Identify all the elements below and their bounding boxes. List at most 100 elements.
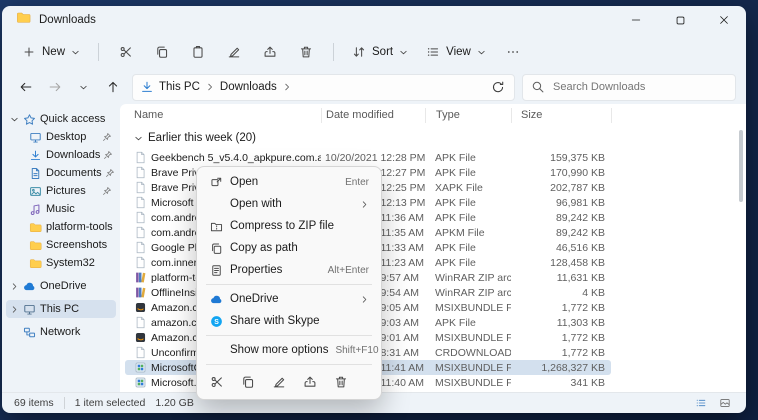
- sidebar-item-music[interactable]: Music: [6, 200, 116, 218]
- forward-button[interactable]: [41, 74, 68, 100]
- share-icon: [303, 375, 317, 392]
- column-header-date-modified[interactable]: Date modified: [321, 108, 425, 123]
- refresh-button[interactable]: [489, 78, 507, 96]
- folder-icon: [28, 239, 43, 252]
- recent-locations-button[interactable]: [70, 74, 97, 100]
- sidebar-item-pictures[interactable]: Pictures: [6, 182, 116, 200]
- context-menu-item-onedrive[interactable]: OneDrive: [201, 288, 377, 310]
- document-icon: [28, 167, 43, 180]
- trash-icon: [334, 375, 348, 392]
- sidebar-item-network[interactable]: Network: [6, 323, 116, 341]
- share-button[interactable]: [296, 371, 323, 395]
- appblue-file-icon: [133, 361, 148, 374]
- back-button[interactable]: [12, 74, 39, 100]
- folder-icon: [28, 257, 43, 270]
- search-input[interactable]: [551, 80, 727, 94]
- share-button[interactable]: [253, 37, 287, 67]
- context-menu-item-properties[interactable]: Properties Alt+Enter: [201, 259, 377, 281]
- sidebar-item-quick-access[interactable]: Quick access: [6, 110, 116, 128]
- context-menu-item-compress-to-zip-file[interactable]: Compress to ZIP file: [201, 215, 377, 237]
- sidebar-item-documents[interactable]: Documents: [6, 164, 116, 182]
- view-button[interactable]: View: [418, 37, 494, 67]
- menu-item-shortcut: Alt+Enter: [328, 265, 369, 276]
- sidebar-item-this-pc[interactable]: This PC: [6, 300, 116, 318]
- file-type: XAPK File: [425, 182, 511, 194]
- open-icon: [209, 176, 223, 189]
- file-type: APK File: [425, 257, 511, 269]
- sort-button[interactable]: Sort: [344, 37, 416, 67]
- star-icon: [22, 113, 37, 126]
- chevron-right-icon: [360, 295, 369, 304]
- context-menu-item-share-with-skype[interactable]: S Share with Skype: [201, 310, 377, 332]
- vertical-scrollbar[interactable]: [739, 130, 743, 202]
- file-type: APK File: [425, 242, 511, 254]
- cut-button[interactable]: [109, 37, 143, 67]
- context-menu-item-show-more-options[interactable]: Show more options Shift+F10: [201, 339, 377, 361]
- monitor-icon: [28, 131, 43, 144]
- column-header-name[interactable]: Name: [125, 108, 321, 123]
- column-header-size[interactable]: Size: [511, 108, 611, 123]
- minimize-button[interactable]: [614, 6, 658, 34]
- chevron-right-icon[interactable]: [280, 82, 294, 92]
- file-size: 341 KB: [511, 377, 611, 389]
- menu-separator: [206, 284, 372, 285]
- file-type: MSIXBUNDLE File: [425, 362, 511, 374]
- large-icons-view-button[interactable]: [716, 396, 734, 410]
- rename-button[interactable]: [265, 371, 292, 395]
- chevron-icon[interactable]: [10, 115, 19, 124]
- new-button[interactable]: New: [14, 37, 88, 67]
- download-icon: [28, 149, 43, 162]
- column-header-type[interactable]: Type: [425, 108, 511, 123]
- address-bar[interactable]: This PC Downloads: [132, 74, 515, 101]
- cut-button[interactable]: [203, 371, 230, 395]
- sidebar-item-desktop[interactable]: Desktop: [6, 128, 116, 146]
- breadcrumb-item-downloads[interactable]: Downloads: [217, 81, 280, 93]
- delete-button[interactable]: [289, 37, 323, 67]
- rar-file-icon: [133, 271, 148, 284]
- context-menu-item-copy-as-path[interactable]: Copy as path: [201, 237, 377, 259]
- file-date-modified: 10/20/2021 12:28 PM: [321, 152, 425, 164]
- sidebar-item-platform-tools[interactable]: platform-tools: [6, 218, 116, 236]
- copy-button[interactable]: [234, 371, 261, 395]
- details-view-button[interactable]: [692, 396, 710, 410]
- maximize-button[interactable]: [658, 6, 702, 34]
- copy-icon: [241, 375, 255, 392]
- file-type: APK File: [425, 212, 511, 224]
- copy-button[interactable]: [145, 37, 179, 67]
- chevron-right-icon: [360, 200, 369, 209]
- chevron-down-icon: [79, 83, 88, 92]
- zip-icon: [209, 220, 223, 233]
- delete-button[interactable]: [327, 371, 354, 395]
- rar-file-icon: [133, 286, 148, 299]
- file-size: 170,990 KB: [511, 167, 611, 179]
- menu-separator: [206, 335, 372, 336]
- chevron-icon[interactable]: [10, 305, 19, 314]
- file-file-icon: [133, 181, 148, 194]
- chevron-right-icon[interactable]: [203, 82, 217, 92]
- rename-button[interactable]: [217, 37, 251, 67]
- sidebar-item-onedrive[interactable]: OneDrive: [6, 277, 116, 295]
- context-menu-item-open[interactable]: Open Enter: [201, 171, 377, 193]
- arrow-left-icon: [19, 80, 33, 94]
- arrow-up-icon: [106, 80, 120, 94]
- context-menu-item-open-with[interactable]: Open with: [201, 193, 377, 215]
- file-row[interactable]: Geekbench 5_v5.4.0_apkpure.com.apk 10/20…: [125, 150, 611, 165]
- more-options-button[interactable]: [496, 37, 530, 67]
- group-header[interactable]: Earlier this week (20): [125, 126, 746, 150]
- paste-button[interactable]: [181, 37, 215, 67]
- sidebar-item-system32[interactable]: System32: [6, 254, 116, 272]
- sidebar-item-screenshots[interactable]: Screenshots: [6, 236, 116, 254]
- breadcrumb-item-this-pc[interactable]: This PC: [156, 81, 203, 93]
- file-size: 1,268,327 KB: [511, 362, 611, 374]
- up-button[interactable]: [99, 74, 126, 100]
- rename-icon: [227, 45, 241, 59]
- appblue-file-icon: [133, 376, 148, 389]
- sidebar-item-downloads[interactable]: Downloads: [6, 146, 116, 164]
- music-icon: [28, 203, 43, 216]
- close-button[interactable]: [702, 6, 746, 34]
- file-size: 159,375 KB: [511, 152, 611, 164]
- file-type: MSIXBUNDLE File: [425, 332, 511, 344]
- file-size: 11,631 KB: [511, 272, 611, 284]
- chevron-icon[interactable]: [10, 282, 19, 291]
- properties-icon: [209, 264, 223, 277]
